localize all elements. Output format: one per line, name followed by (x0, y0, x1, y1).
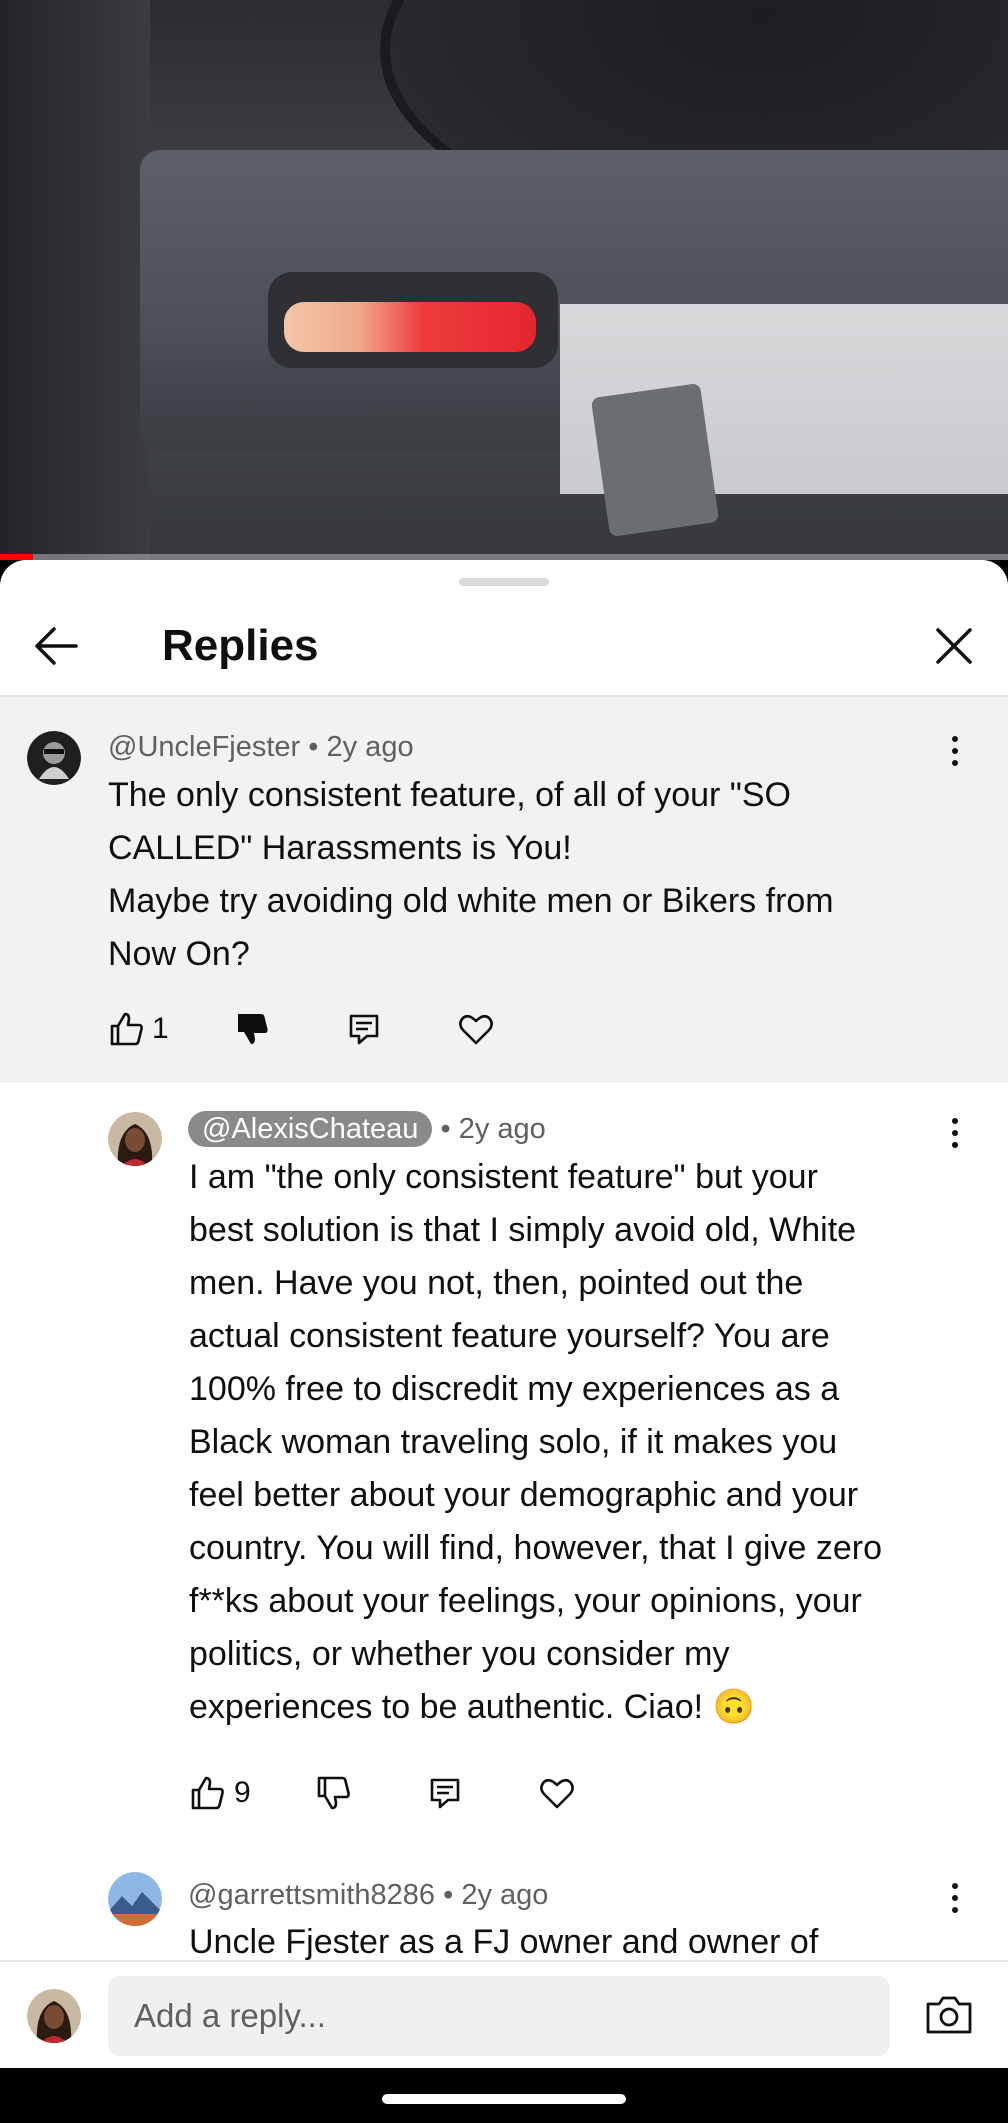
reply-button[interactable] (425, 1773, 465, 1813)
avatar-image (108, 1112, 162, 1166)
comment-line: I am "the only consistent feature" but y… (189, 1158, 818, 1196)
comment-line: Now On? (108, 935, 250, 973)
sheet-drag-handle[interactable] (459, 578, 549, 586)
like-count: 1 (152, 1012, 169, 1045)
meta-separator: • (443, 1879, 454, 1911)
comment-line: Maybe try avoiding old white men or Bike… (108, 882, 834, 920)
video-frame-tail-lamp (284, 302, 536, 352)
camera-icon (926, 1996, 972, 2034)
camera-button[interactable] (924, 1992, 974, 2038)
avatar-image (27, 1989, 81, 2043)
heart-button[interactable] (456, 1009, 496, 1049)
reply-input[interactable] (108, 1976, 890, 2056)
comment-line: experiences to be authentic. Ciao! 🙃 (189, 1688, 755, 1726)
comment-author[interactable]: @UncleFjester (108, 731, 300, 763)
kebab-dot (952, 736, 958, 742)
thumb-up-icon (110, 1012, 143, 1046)
comment-meta: @AlexisChateau • 2y ago (188, 1111, 546, 1147)
kebab-dot (952, 760, 958, 766)
avatar[interactable] (27, 731, 81, 785)
close-button[interactable] (924, 616, 984, 676)
sheet-title: Replies (162, 621, 319, 670)
reply-composer (0, 1960, 1008, 2068)
more-options-button[interactable] (940, 1878, 970, 1918)
comment-age: 2y ago (458, 1113, 546, 1145)
more-options-button[interactable] (940, 731, 970, 771)
heart-button[interactable] (537, 1773, 577, 1813)
comment-line: 100% free to discredit my experiences as… (189, 1370, 840, 1408)
close-icon (936, 628, 972, 664)
heart-icon (459, 1014, 493, 1045)
comment-age: 2y ago (461, 1879, 549, 1911)
comment-line: actual consistent feature yourself? You … (189, 1317, 830, 1355)
comment-meta: @UncleFjester • 2y ago (108, 729, 414, 765)
avatar-image (108, 1872, 162, 1926)
more-options-button[interactable] (940, 1113, 970, 1153)
comment-icon (430, 1778, 460, 1809)
comment-author[interactable]: @garrettsmith8286 (188, 1879, 435, 1911)
kebab-dot (952, 1883, 958, 1889)
meta-separator: • (440, 1113, 451, 1145)
dislike-button[interactable] (232, 1009, 272, 1049)
avatar[interactable] (108, 1112, 162, 1166)
video-frame-hitch (590, 383, 720, 537)
kebab-dot (952, 748, 958, 754)
thumb-up-icon (191, 1776, 224, 1810)
comment-age: 2y ago (326, 731, 414, 763)
creator-handle-chip[interactable]: @AlexisChateau (188, 1111, 433, 1147)
comment-line: politics, or whether you consider my (189, 1635, 730, 1673)
kebab-dot (952, 1142, 958, 1148)
comment-meta: @garrettsmith8286 • 2y ago (188, 1877, 548, 1913)
dislike-button[interactable] (313, 1773, 353, 1813)
reply-button[interactable] (344, 1009, 384, 1049)
meta-separator: • (308, 731, 319, 763)
thumb-down-icon (317, 1776, 350, 1810)
like-button[interactable] (106, 1009, 146, 1049)
own-avatar (27, 1989, 81, 2043)
comment-line: men. Have you not, then, pointed out the (189, 1264, 804, 1302)
comment-line: feel better about your demographic and y… (189, 1476, 859, 1514)
kebab-dot (952, 1895, 958, 1901)
comment-line: The only consistent feature, of all of y… (108, 776, 791, 814)
comment-line: Black woman traveling solo, if it makes … (189, 1423, 838, 1461)
comment-line: best solution is that I simply avoid old… (189, 1211, 857, 1249)
video-frame-shadow (0, 0, 150, 560)
kebab-dot (952, 1118, 958, 1124)
comment-line: f**ks about your feelings, your opinions… (189, 1582, 862, 1620)
heart-icon (540, 1778, 574, 1809)
home-indicator[interactable] (382, 2094, 626, 2104)
comment-icon (349, 1014, 379, 1045)
like-count: 9 (234, 1776, 251, 1809)
video-player[interactable] (0, 0, 1008, 560)
like-button[interactable] (187, 1773, 227, 1813)
comment-text: The only consistent feature, of all of y… (108, 769, 968, 981)
comment-line: country. You will find, however, that I … (189, 1529, 882, 1567)
kebab-dot (952, 1130, 958, 1136)
back-button[interactable] (26, 616, 86, 676)
kebab-dot (952, 1907, 958, 1913)
system-nav-bar (0, 2068, 1008, 2123)
sheet-header: Replies (0, 596, 1008, 696)
avatar-image (27, 731, 81, 785)
arrow-left-icon (35, 627, 78, 665)
thumb-down-filled-icon (238, 1014, 268, 1044)
avatar[interactable] (108, 1872, 162, 1926)
parent-comment: @UncleFjester • 2y ago The only consiste… (0, 697, 1008, 1083)
replies-sheet: Replies @UncleFjester • 2y ago The only … (0, 560, 1008, 2068)
comment-line: CALLED" Harassments is You! (108, 829, 572, 867)
comment-text: I am "the only consistent feature" but y… (189, 1151, 979, 1734)
